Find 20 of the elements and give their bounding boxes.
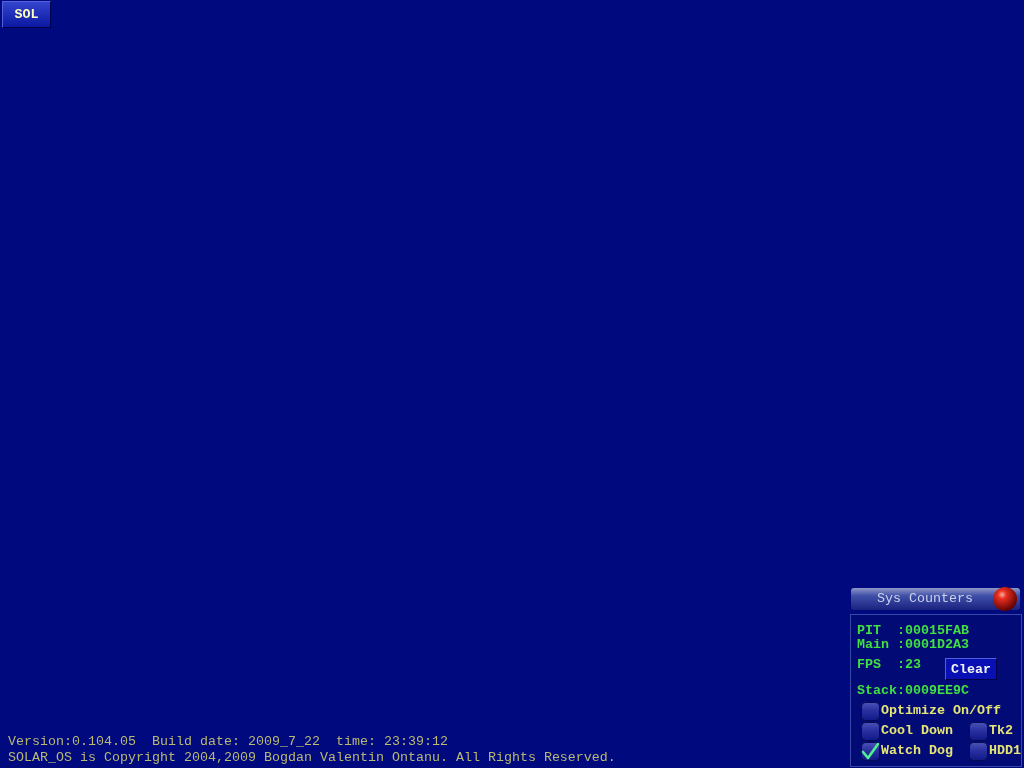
window-title: Sys Counters: [877, 591, 973, 607]
checkbox[interactable]: [969, 741, 988, 761]
checkbox[interactable]: [861, 701, 880, 721]
option-label: Tk2: [989, 723, 1013, 739]
option-label: Watch Dog: [881, 743, 953, 759]
option-label: HDD1: [989, 743, 1021, 759]
counter-text: FPS :23: [857, 658, 921, 672]
counter-text: Stack:0009EE9C: [857, 684, 970, 698]
footer-text: SOLAR_OS is Copyright 2004,2009 Bogdan Valentin Ontanu. All Rights Reserved.: [8, 750, 616, 766]
start-button[interactable]: SOL: [2, 1, 51, 28]
counter-text: PIT :00015FAB: [857, 624, 970, 638]
checkbox[interactable]: [861, 721, 880, 741]
counter-text: Main :0001D2A3: [857, 638, 970, 652]
clear-button[interactable]: Clear: [945, 658, 997, 680]
option-label: Cool Down: [881, 723, 953, 739]
checkbox[interactable]: [969, 721, 988, 741]
option-label: Optimize On/Off: [881, 703, 1001, 719]
footer-text: Version:0.104.05 Build date: 2009_7_22 time: 23:39:12: [8, 734, 449, 750]
checkbox[interactable]: [861, 741, 880, 761]
orb-icon[interactable]: [993, 587, 1017, 611]
